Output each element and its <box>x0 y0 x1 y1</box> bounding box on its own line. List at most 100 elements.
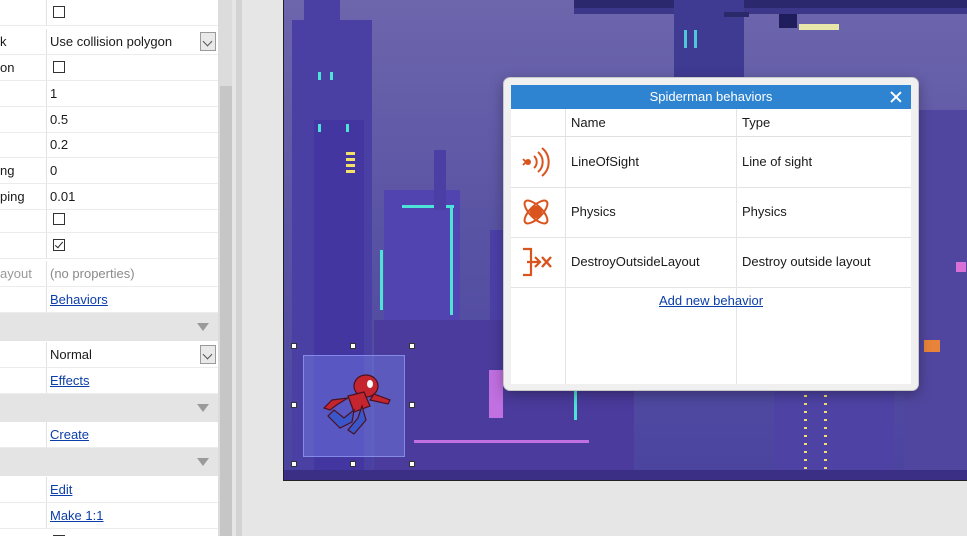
property-label: ng <box>0 163 15 178</box>
property-group-header[interactable] <box>0 448 218 476</box>
create-link[interactable]: Create <box>50 422 89 447</box>
table-row[interactable]: DestroyOutsideLayout Destroy outside lay… <box>511 237 911 288</box>
property-value: (no properties) <box>50 266 135 281</box>
behavior-name: Physics <box>571 204 616 219</box>
effects-link[interactable]: Effects <box>50 368 90 393</box>
property-row <box>0 529 218 536</box>
property-label <box>0 132 46 157</box>
behaviors-table: Name Type LineOfSight Line of sight Phys… <box>511 109 911 384</box>
window <box>924 340 940 352</box>
column-header-name[interactable]: Name <box>571 109 606 136</box>
property-label <box>0 287 46 312</box>
property-row <box>0 233 218 259</box>
property-row <box>0 207 218 233</box>
window <box>694 30 697 48</box>
window <box>956 262 966 272</box>
collapse-triangle-icon[interactable] <box>197 458 209 466</box>
window <box>799 24 839 30</box>
resize-handle[interactable] <box>291 402 297 408</box>
behavior-type: Physics <box>742 204 787 219</box>
behavior-type: Line of sight <box>742 154 813 169</box>
selected-sprite[interactable] <box>303 355 405 457</box>
window <box>779 14 797 28</box>
property-label <box>0 81 46 106</box>
neon-sign <box>574 385 577 420</box>
building <box>304 0 340 30</box>
resize-handle[interactable] <box>409 343 415 349</box>
property-label <box>0 233 46 258</box>
property-label: ping <box>0 189 25 204</box>
property-row: ayout (no properties) <box>0 261 218 287</box>
make-one-to-one-link[interactable]: Make 1:1 <box>50 503 103 528</box>
collapse-triangle-icon[interactable] <box>197 404 209 412</box>
table-row[interactable]: Physics Physics <box>511 187 911 238</box>
property-row: Create <box>0 422 218 448</box>
behavior-type: Destroy outside layout <box>742 254 871 269</box>
resize-handle[interactable] <box>409 461 415 467</box>
property-value[interactable]: 0.2 <box>50 132 68 157</box>
property-row: k Use collision polygon <box>0 29 218 55</box>
window <box>346 152 355 176</box>
property-checkbox[interactable] <box>53 213 65 225</box>
property-value[interactable]: 0.01 <box>50 184 75 209</box>
column-header-type[interactable]: Type <box>742 109 770 136</box>
spiderman-sprite[interactable] <box>304 356 404 456</box>
blend-mode-select[interactable]: Normal <box>50 342 92 367</box>
panel-splitter[interactable] <box>236 0 242 536</box>
property-checkbox[interactable] <box>53 6 65 18</box>
resize-handle[interactable] <box>350 461 356 467</box>
neon-sign <box>450 205 453 315</box>
close-icon[interactable] <box>887 88 905 106</box>
property-label <box>0 207 46 232</box>
edit-link[interactable]: Edit <box>50 477 72 502</box>
scrollbar-thumb[interactable] <box>220 86 232 536</box>
chevron-down-icon[interactable] <box>200 345 216 364</box>
property-row: ng 0 <box>0 158 218 184</box>
property-checkbox-checked[interactable] <box>53 239 65 251</box>
resize-handle[interactable] <box>350 343 356 349</box>
chevron-down-icon[interactable] <box>200 32 216 51</box>
property-value[interactable]: 1 <box>50 81 57 106</box>
dialog-titlebar[interactable]: Spiderman behaviors <box>511 85 911 109</box>
property-group-header[interactable] <box>0 394 218 422</box>
property-label <box>0 342 46 367</box>
resize-handle[interactable] <box>409 402 415 408</box>
ground <box>284 470 967 480</box>
property-row: on <box>0 55 218 81</box>
property-checkbox[interactable] <box>53 61 65 73</box>
property-row <box>0 0 218 26</box>
line-of-sight-icon <box>522 147 550 177</box>
neon-sign <box>414 440 589 443</box>
property-row: Behaviors <box>0 287 218 313</box>
table-row[interactable]: LineOfSight Line of sight <box>511 137 911 188</box>
property-row: 0.5 <box>0 107 218 133</box>
window <box>330 72 333 80</box>
property-value[interactable]: 0 <box>50 158 57 183</box>
property-group-header[interactable] <box>0 313 218 341</box>
behaviors-dialog: Spiderman behaviors Name Type LineOfSigh… <box>504 78 918 390</box>
window <box>318 72 321 80</box>
property-row: Make 1:1 <box>0 503 218 529</box>
property-value[interactable]: 0.5 <box>50 107 68 132</box>
property-label <box>0 477 46 502</box>
property-row: Normal <box>0 342 218 368</box>
collapse-triangle-icon[interactable] <box>197 323 209 331</box>
resize-handle[interactable] <box>291 343 297 349</box>
properties-panel: k Use collision polygon on 1 0.5 0.2 ng … <box>0 0 218 536</box>
window <box>824 395 827 475</box>
collision-mode-select[interactable]: Use collision polygon <box>50 29 172 54</box>
property-row: 1 <box>0 81 218 107</box>
building <box>434 150 446 210</box>
window <box>346 124 349 132</box>
physics-icon <box>523 199 549 225</box>
property-label <box>0 368 46 393</box>
destroy-outside-layout-icon <box>523 247 552 277</box>
window <box>489 370 503 418</box>
add-new-behavior-link[interactable]: Add new behavior <box>511 293 911 308</box>
behavior-name: LineOfSight <box>571 154 639 169</box>
resize-handle[interactable] <box>291 461 297 467</box>
behaviors-link[interactable]: Behaviors <box>50 287 108 312</box>
property-row: Edit <box>0 477 218 503</box>
property-label <box>0 107 46 132</box>
window <box>724 12 749 17</box>
